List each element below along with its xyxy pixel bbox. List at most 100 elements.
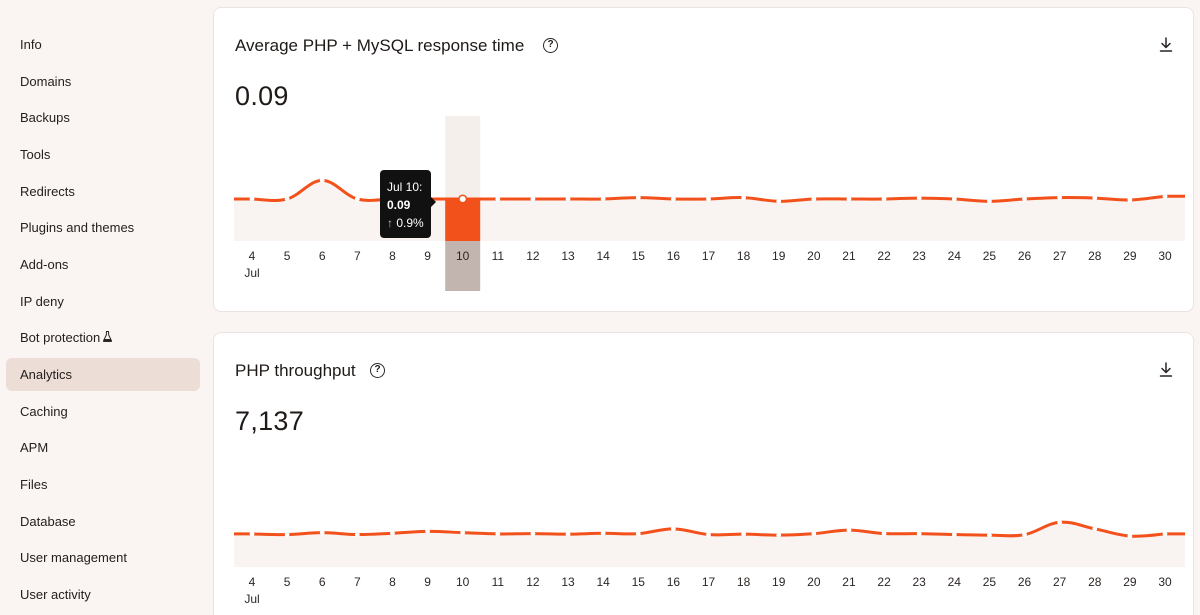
sidebar-item-bot-protection[interactable]: Bot protection (6, 321, 200, 354)
sidebar-item-user-activity[interactable]: User activity (6, 578, 200, 611)
x-tick-label: 15 (632, 575, 646, 589)
x-tick-label: 9 (424, 249, 431, 263)
sidebar-item-plugins-and-themes[interactable]: Plugins and themes (6, 211, 200, 244)
x-tick-label: 29 (1123, 575, 1137, 589)
data-point[interactable] (319, 530, 325, 536)
sidebar-item-info[interactable]: Info (6, 28, 200, 61)
data-point[interactable] (741, 195, 747, 201)
data-point[interactable] (987, 532, 992, 538)
data-point[interactable] (987, 198, 992, 204)
data-point[interactable] (530, 196, 536, 202)
data-point[interactable] (600, 530, 606, 536)
x-tick-label: 4 (249, 575, 256, 589)
sidebar-item-add-ons[interactable]: Add-ons (6, 248, 200, 281)
data-point[interactable] (951, 532, 957, 537)
data-point[interactable] (284, 196, 290, 202)
data-point[interactable] (741, 531, 747, 537)
data-point[interactable] (249, 196, 255, 202)
x-tick-label: 5 (284, 575, 291, 589)
data-point[interactable] (458, 194, 468, 204)
data-point[interactable] (1092, 526, 1098, 532)
data-point[interactable] (811, 196, 817, 202)
tooltip-arrow (430, 197, 436, 207)
data-point[interactable] (1092, 195, 1098, 201)
sidebar-item-user-management[interactable]: User management (6, 541, 200, 574)
data-point[interactable] (565, 531, 571, 537)
data-point[interactable] (811, 531, 817, 537)
data-point[interactable] (776, 198, 782, 204)
x-tick-label: 12 (526, 575, 540, 589)
data-point[interactable] (776, 532, 782, 538)
flask-icon (103, 323, 113, 356)
data-point[interactable] (1022, 532, 1027, 538)
data-point[interactable] (706, 196, 711, 202)
data-point[interactable] (916, 531, 922, 537)
data-point[interactable] (460, 530, 466, 536)
x-tick-label: 8 (389, 249, 396, 263)
data-point[interactable] (1162, 193, 1168, 199)
x-tick-label: 13 (561, 575, 575, 589)
x-tick-label: 18 (737, 575, 751, 589)
data-point[interactable] (1022, 196, 1027, 202)
sidebar-item-label: Tools (20, 147, 51, 162)
data-point[interactable] (319, 177, 325, 183)
response-time-chart[interactable]: 4 5 6 7 8 9 10 11 12 13 14 15 16 17 18 19 20 21 22 23 24 25 26… (214, 8, 1194, 308)
data-point[interactable] (846, 527, 852, 533)
sidebar-item-files[interactable]: Files (6, 468, 200, 501)
data-point[interactable] (1127, 197, 1133, 203)
data-point[interactable] (354, 196, 360, 202)
x-tick-label: 28 (1088, 249, 1102, 263)
data-point[interactable] (354, 532, 360, 537)
data-point[interactable] (706, 532, 711, 537)
x-tick-label: 13 (561, 249, 575, 263)
data-point[interactable] (951, 196, 957, 202)
x-tick-label: 5 (284, 249, 291, 263)
x-tick-label: 11 (492, 249, 505, 263)
data-point[interactable] (670, 526, 676, 532)
data-point[interactable] (881, 531, 887, 536)
data-point[interactable] (1057, 195, 1063, 201)
data-point[interactable] (881, 196, 887, 202)
data-point[interactable] (670, 196, 676, 202)
data-point[interactable] (390, 530, 395, 536)
sidebar-item-backups[interactable]: Backups (6, 101, 200, 134)
data-point[interactable] (565, 196, 571, 202)
x-tick-label: 23 (913, 249, 927, 263)
tooltip-change-value: 0.9% (396, 216, 424, 230)
php-throughput-chart[interactable]: 4 5 6 7 8 9 10 11 12 13 14 15 16 17 18 19 20 21 22 23 24 25 26… (214, 333, 1194, 615)
x-tick-label: 11 (492, 575, 505, 589)
sidebar-item-label: Domains (20, 74, 72, 89)
x-tick-label: 29 (1123, 249, 1137, 263)
sidebar-item-redirects[interactable]: Redirects (6, 175, 200, 208)
sidebar-item-label: Info (20, 37, 42, 52)
data-point[interactable] (1127, 533, 1133, 539)
sidebar-item-analytics[interactable]: Analytics (6, 358, 200, 391)
sidebar-item-label: Add-ons (20, 257, 69, 272)
data-point[interactable] (600, 196, 606, 202)
data-point[interactable] (495, 196, 501, 202)
x-tick-label: 30 (1158, 249, 1172, 263)
data-point[interactable] (1057, 519, 1063, 525)
sidebar-item-ip-deny[interactable]: IP deny (6, 285, 200, 318)
data-point[interactable] (425, 528, 430, 534)
data-point[interactable] (635, 195, 641, 201)
data-point[interactable] (284, 532, 290, 537)
sidebar-item-domains[interactable]: Domains (6, 65, 200, 98)
sidebar-item-tools[interactable]: Tools (6, 138, 200, 171)
sidebar-item-database[interactable]: Database (6, 505, 200, 538)
data-point[interactable] (635, 531, 641, 537)
sidebar-item-label: Bot protection (20, 330, 101, 345)
sidebar-item-caching[interactable]: Caching (6, 395, 200, 428)
x-tick-label: 8 (389, 575, 396, 589)
data-point[interactable] (846, 196, 852, 202)
data-point[interactable] (495, 531, 501, 537)
data-point[interactable] (1162, 531, 1168, 537)
data-point[interactable] (916, 195, 922, 201)
sidebar-item-label: User activity (20, 587, 91, 602)
x-tick-label: 6 (319, 249, 326, 263)
sidebar-item-apm[interactable]: APM (6, 431, 200, 464)
sidebar-item-label: Backups (20, 110, 70, 125)
data-point[interactable] (249, 531, 255, 537)
data-point[interactable] (530, 531, 536, 537)
sidebar-item-label: APM (20, 440, 49, 455)
